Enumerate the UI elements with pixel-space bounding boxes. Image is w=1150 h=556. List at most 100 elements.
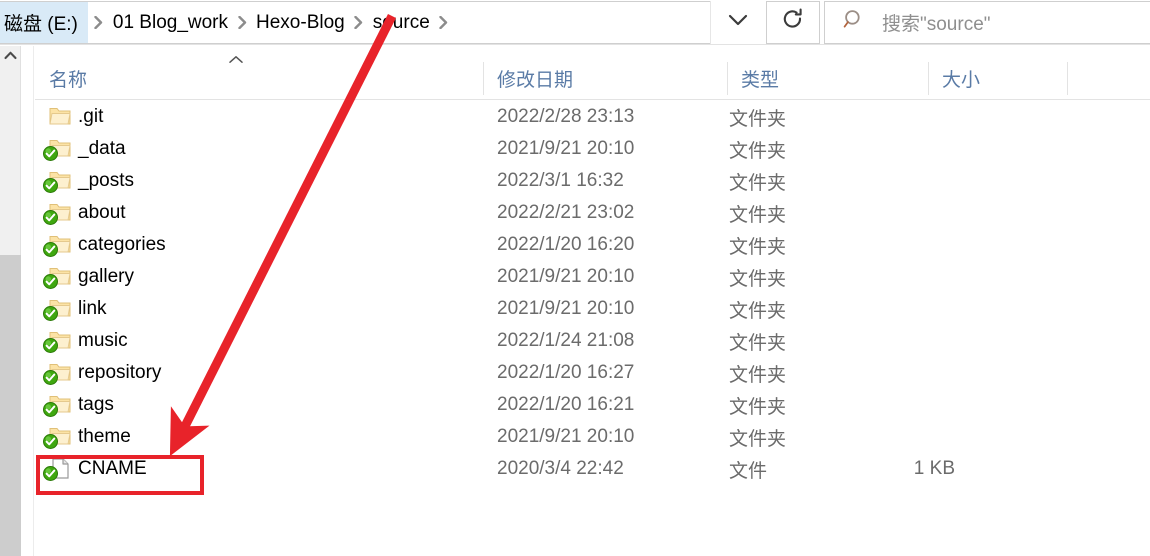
column-header-size[interactable]: 大小	[928, 56, 1067, 100]
folder-icon	[43, 169, 71, 194]
folder-icon	[43, 425, 71, 450]
file-date-modified: 2022/2/21 23:02	[497, 202, 635, 223]
column-header-label: 类型	[741, 69, 780, 91]
table-row[interactable]: music 2022/1/24 21:08 文件夹	[35, 325, 1150, 357]
file-name: music	[78, 330, 128, 351]
list-gutter	[22, 46, 34, 556]
file-name: tags	[78, 394, 114, 415]
sync-status-icon	[43, 242, 58, 257]
file-date-modified: 2021/9/21 20:10	[497, 298, 635, 319]
file-type: 文件夹	[729, 364, 787, 386]
vertical-scrollbar[interactable]	[0, 46, 21, 556]
file-size	[825, 293, 955, 325]
file-name: link	[78, 298, 107, 319]
table-row[interactable]: _data 2021/9/21 20:10 文件夹	[35, 133, 1150, 165]
breadcrumb-label: 01 Blog_work	[112, 11, 229, 33]
file-type: 文件夹	[729, 396, 787, 418]
table-row[interactable]: tags 2022/1/20 16:21 文件夹	[35, 389, 1150, 421]
file-name: _data	[78, 138, 126, 159]
file-size: 1 KB	[913, 458, 955, 479]
chevron-right-icon[interactable]	[88, 2, 110, 43]
sync-status-icon	[43, 370, 58, 385]
file-type: 文件	[729, 460, 768, 482]
file-size	[825, 389, 955, 421]
file-date-modified: 2021/9/21 20:10	[497, 138, 635, 159]
folder-icon	[43, 265, 71, 290]
file-size	[825, 133, 955, 165]
table-row[interactable]: link 2021/9/21 20:10 文件夹	[35, 293, 1150, 325]
folder-icon	[43, 393, 71, 418]
file-name: categories	[78, 234, 166, 255]
column-header-date[interactable]: 修改日期	[483, 56, 727, 100]
breadcrumb-item-hexo-blog[interactable]: Hexo-Blog	[253, 2, 348, 43]
file-type: 文件夹	[729, 140, 787, 162]
file-name: repository	[78, 362, 162, 383]
breadcrumb-item-source[interactable]: source	[370, 2, 433, 43]
file-explorer-window: 磁盘 (E:) 01 Blog_work Hexo-Blog source 搜索…	[0, 0, 1150, 556]
table-row[interactable]: about 2022/2/21 23:02 文件夹	[35, 197, 1150, 229]
scrollbar-thumb[interactable]	[0, 255, 21, 556]
file-size	[825, 165, 955, 197]
column-header-label: 修改日期	[497, 69, 574, 91]
table-row[interactable]: gallery 2021/9/21 20:10 文件夹	[35, 261, 1150, 293]
file-size	[825, 101, 955, 133]
column-divider[interactable]	[1067, 62, 1068, 95]
folder-icon	[43, 137, 71, 162]
sync-status-icon	[43, 434, 58, 449]
breadcrumb[interactable]: 磁盘 (E:) 01 Blog_work Hexo-Blog source	[0, 1, 765, 44]
breadcrumb-label: source	[372, 11, 430, 33]
file-date-modified: 2021/9/21 20:10	[497, 266, 635, 287]
column-header-type[interactable]: 类型	[727, 56, 928, 100]
file-type: 文件夹	[729, 236, 787, 258]
sync-status-icon	[43, 210, 58, 225]
table-row[interactable]: repository 2022/1/20 16:27 文件夹	[35, 357, 1150, 389]
table-row[interactable]: .git 2022/2/28 23:13 文件夹	[35, 101, 1150, 133]
search-placeholder: 搜索"source"	[882, 14, 991, 35]
table-row[interactable]: _posts 2022/3/1 16:32 文件夹	[35, 165, 1150, 197]
folder-icon	[43, 361, 71, 386]
caret-up-icon	[228, 52, 244, 67]
file-type: 文件夹	[729, 332, 787, 354]
search-input[interactable]: 搜索"source"	[824, 1, 1150, 44]
file-list[interactable]: .git 2022/2/28 23:13 文件夹 _data 2021/9/21 20:…	[35, 101, 1150, 501]
chevron-right-icon[interactable]	[433, 2, 455, 43]
breadcrumb-label: 磁盘 (E:)	[4, 14, 78, 35]
file-name: _posts	[78, 170, 134, 191]
scroll-up-button[interactable]	[0, 46, 21, 66]
sync-status-icon	[43, 146, 58, 161]
file-size	[825, 357, 955, 389]
file-name: theme	[78, 426, 131, 447]
chevron-right-icon[interactable]	[348, 2, 370, 43]
sync-status-icon	[43, 402, 58, 417]
folder-icon	[43, 201, 71, 226]
refresh-icon	[782, 8, 804, 37]
file-type: 文件夹	[729, 108, 787, 130]
sync-status-icon	[43, 306, 58, 321]
address-history-dropdown-button[interactable]	[710, 1, 765, 44]
sync-status-icon	[43, 178, 58, 193]
column-header-label: 大小	[942, 69, 981, 91]
folder-icon	[43, 233, 71, 258]
file-date-modified: 2022/1/20 16:20	[497, 234, 635, 255]
file-name: gallery	[78, 266, 134, 287]
table-row[interactable]: theme 2021/9/21 20:10 文件夹	[35, 421, 1150, 453]
file-date-modified: 2021/9/21 20:10	[497, 426, 635, 447]
folder-icon	[43, 105, 71, 130]
chevron-down-icon	[728, 14, 748, 32]
sync-status-icon	[43, 274, 58, 289]
chevron-right-icon[interactable]	[231, 2, 253, 43]
file-date-modified: 2022/1/20 16:27	[497, 362, 635, 383]
file-type: 文件夹	[729, 428, 787, 450]
file-type: 文件夹	[729, 204, 787, 226]
file-date-modified: 2022/1/20 16:21	[497, 394, 635, 415]
refresh-button[interactable]	[766, 1, 820, 44]
file-date-modified: 2020/3/4 22:42	[497, 458, 624, 479]
file-size	[825, 421, 955, 453]
table-row[interactable]: categories 2022/1/20 16:20 文件夹	[35, 229, 1150, 261]
folder-icon	[43, 297, 71, 322]
breadcrumb-item-drive[interactable]: 磁盘 (E:)	[0, 2, 88, 43]
column-header-row: 名称 修改日期 类型 大小	[35, 56, 1150, 100]
breadcrumb-item-01-blog-work[interactable]: 01 Blog_work	[110, 2, 231, 43]
file-size	[825, 261, 955, 293]
column-header-name[interactable]: 名称	[35, 56, 483, 100]
